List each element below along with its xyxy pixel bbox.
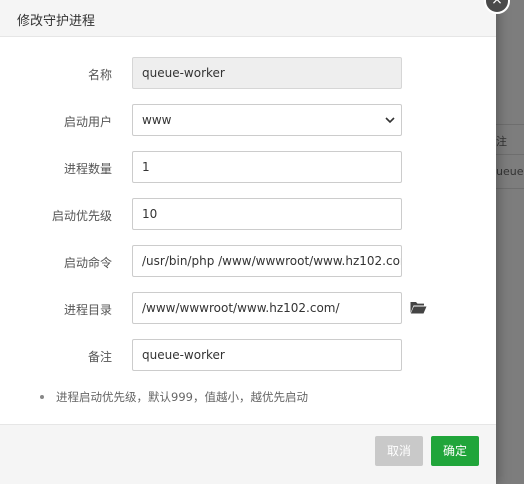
- count-input[interactable]: 1: [132, 151, 402, 183]
- priority-hint: 进程启动优先级，默认999，值越小，越优先启动: [40, 389, 308, 405]
- background-table-header: 注: [496, 135, 507, 148]
- chevron-down-icon: [385, 117, 395, 124]
- dialog-footer: 取消 确定: [0, 424, 496, 484]
- folder-open-icon[interactable]: [410, 301, 427, 314]
- background-table-cell: ueue-w: [496, 165, 524, 178]
- background-table-divider: [496, 154, 524, 155]
- directory-row: 进程目录 /www/wwwroot/www.hz102.com/: [0, 292, 496, 324]
- dialog-header: 修改守护进程: [0, 0, 496, 37]
- priority-label: 启动优先级: [51, 209, 112, 223]
- user-select[interactable]: www: [132, 104, 402, 136]
- command-input[interactable]: /usr/bin/php /www/wwwroot/www.hz102.com/: [132, 245, 402, 277]
- name-field[interactable]: queue-worker: [132, 57, 402, 89]
- user-label: 启动用户: [63, 115, 112, 129]
- user-row: 启动用户 www: [0, 104, 496, 136]
- remark-label: 备注: [87, 350, 112, 364]
- name-row: 名称 queue-worker: [0, 57, 496, 89]
- edit-daemon-dialog: 修改守护进程 名称 queue-worker 启动用户 www 进程数量 1 启…: [0, 0, 496, 484]
- remark-row: 备注 queue-worker: [0, 339, 496, 371]
- cancel-button[interactable]: 取消: [375, 436, 423, 466]
- command-row: 启动命令 /usr/bin/php /www/wwwroot/www.hz102…: [0, 245, 496, 277]
- remark-input[interactable]: queue-worker: [132, 339, 402, 371]
- background-table-divider: [496, 124, 524, 125]
- user-select-value: www: [142, 113, 172, 127]
- dialog-title: 修改守护进程: [17, 14, 96, 29]
- command-label: 启动命令: [63, 256, 112, 270]
- priority-row: 启动优先级 10: [0, 198, 496, 230]
- directory-input[interactable]: /www/wwwroot/www.hz102.com/: [132, 292, 402, 324]
- priority-input[interactable]: 10: [132, 198, 402, 230]
- background-table-divider: [496, 188, 524, 189]
- confirm-button[interactable]: 确定: [431, 436, 479, 466]
- hint-bullet: [40, 394, 44, 399]
- count-row: 进程数量 1: [0, 151, 496, 183]
- hint-text: 进程启动优先级，默认999，值越小，越优先启动: [56, 390, 308, 404]
- directory-label: 进程目录: [63, 303, 112, 317]
- name-label: 名称: [87, 68, 112, 82]
- count-label: 进程数量: [63, 162, 112, 176]
